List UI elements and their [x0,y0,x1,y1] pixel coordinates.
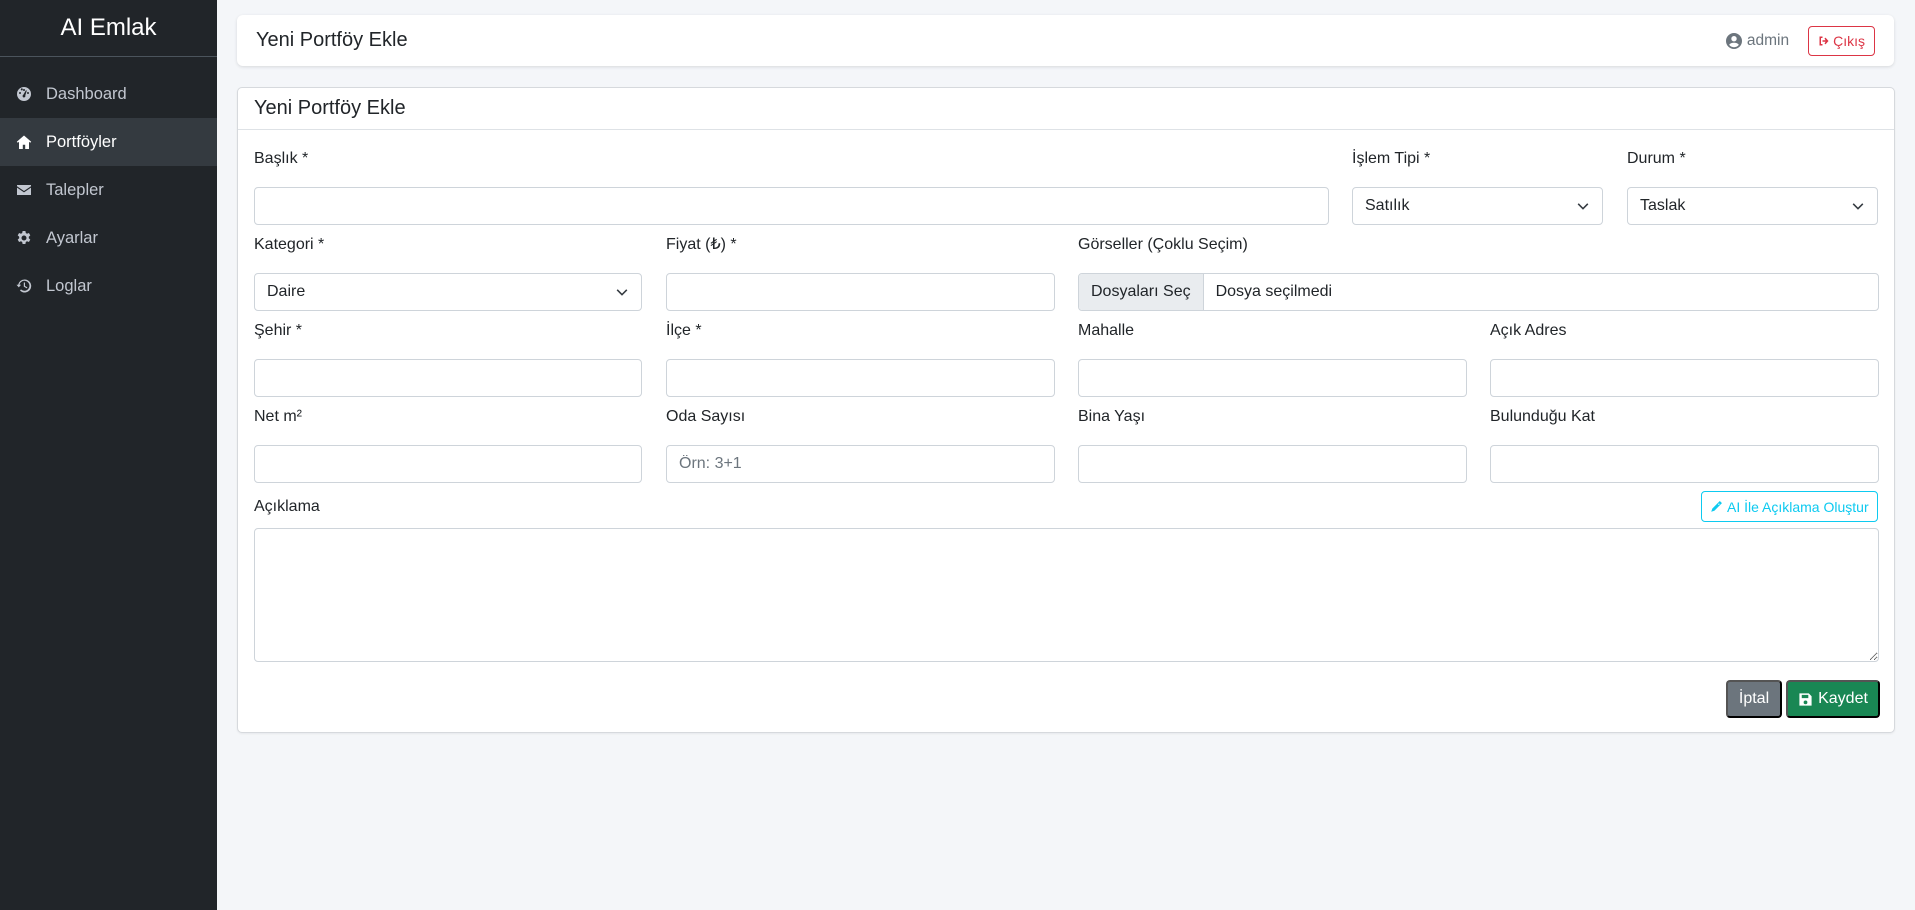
islem-tipi-value: Satılık [1365,197,1410,214]
oda-sayisi-label: Oda Sayısı [666,408,746,425]
choose-files-button[interactable]: Dosyaları Seç [1079,274,1204,310]
user-name: admin [1746,31,1790,49]
logout-label: Çıkış [1833,32,1865,49]
ilce-label: İlçe * [666,322,702,339]
sidebar-item-label: Talepler [46,180,104,199]
bina-yasi-label: Bina Yaşı [1078,408,1146,425]
islem-tipi-select[interactable]: Satılık [1352,187,1603,225]
save-button[interactable]: Kaydet [1786,680,1880,718]
sign-out-icon [1819,36,1829,45]
durum-select[interactable]: Taslak [1627,187,1878,225]
net-m2-group: Net m² [254,406,642,483]
file-status: Dosya seçilmedi [1215,283,1333,300]
cancel-label: İptal [1738,690,1770,707]
bina-yasi-input[interactable] [1078,445,1467,483]
user-menu[interactable]: admin [1725,31,1790,50]
gorseller-group: Görseller (Çoklu Seçim) Dosyaları Seç Do… [1078,234,1879,311]
durum-value: Taslak [1640,197,1686,214]
kategori-group: Kategori * Daire [254,234,642,311]
pencil-icon [1711,501,1722,512]
bina-yasi-group: Bina Yaşı [1078,406,1467,483]
sidebar-item-talepler[interactable]: Talepler [0,166,217,214]
durum-label: Durum * [1627,150,1686,167]
fiyat-group: Fiyat (₺) * [666,234,1055,311]
cancel-button[interactable]: İptal [1726,680,1782,718]
ai-generate-description-button[interactable]: AI İle Açıklama Oluştur [1701,491,1878,522]
baslik-input[interactable] [254,187,1329,225]
aciklama-group: Açıklama [254,496,1879,662]
sidebar-item-ayarlar[interactable]: Ayarlar [0,214,217,262]
main-content: Yeni Portföy Ekle admin Çıkış Yeni Portf… [217,0,1915,910]
sidebar-nav: Dashboard Portföyler Talepler Ayarlar Lo… [0,70,217,310]
sehir-label: Şehir * [254,322,303,339]
gear-icon [15,229,33,247]
history-icon [15,277,33,295]
gorseller-label: Görseller (Çoklu Seçim) [1078,236,1248,253]
sidebar: AI Emlak Dashboard Portföyler Talepler A… [0,0,217,910]
mahalle-group: Mahalle [1078,320,1467,397]
sehir-group: Şehir * [254,320,642,397]
chevron-down-icon [1577,203,1589,210]
islem-tipi-group: İşlem Tipi * Satılık [1352,148,1603,225]
sidebar-item-label: Dashboard [46,84,127,103]
chevron-down-icon [616,289,628,296]
sidebar-item-label: Loglar [46,276,92,295]
save-label: Kaydet [1818,690,1868,707]
kategori-select[interactable]: Daire [254,273,642,311]
net-m2-label: Net m² [254,408,302,425]
oda-sayisi-input[interactable] [666,445,1055,483]
card-title: Yeni Portföy Ekle [238,88,1894,130]
aciklama-label: Açıklama [254,498,320,515]
durum-group: Durum * Taslak [1627,148,1878,225]
sidebar-item-label: Ayarlar [46,228,98,247]
portfolio-form-card: Yeni Portföy Ekle Başlık * İşlem Tipi * … [237,87,1895,733]
chevron-down-icon [1852,203,1864,210]
sehir-input[interactable] [254,359,642,397]
acik-adres-label: Açık Adres [1490,322,1567,339]
top-bar: Yeni Portföy Ekle admin Çıkış [237,15,1894,66]
brand-logo[interactable]: AI Emlak [0,0,217,57]
bulundugu-kat-label: Bulunduğu Kat [1490,408,1595,425]
baslik-group: Başlık * [254,148,1329,225]
logout-button[interactable]: Çıkış [1808,25,1875,56]
sidebar-item-loglar[interactable]: Loglar [0,262,217,310]
mahalle-label: Mahalle [1078,322,1135,339]
kategori-label: Kategori * [254,236,325,253]
ai-button-label: AI İle Açıklama Oluştur [1727,498,1869,515]
kategori-value: Daire [267,283,306,300]
save-icon [1799,692,1812,706]
sidebar-item-dashboard[interactable]: Dashboard [0,70,217,118]
bulundugu-kat-group: Bulunduğu Kat [1490,406,1879,483]
sidebar-item-portfoyler[interactable]: Portföyler [0,118,217,166]
gorseller-file-input[interactable]: Dosyaları Seç Dosya seçilmedi [1078,273,1879,311]
oda-sayisi-group: Oda Sayısı [666,406,1055,483]
acik-adres-group: Açık Adres [1490,320,1879,397]
fiyat-input[interactable] [666,273,1055,311]
acik-adres-input[interactable] [1490,359,1879,397]
fiyat-label: Fiyat (₺) * [666,236,737,253]
user-circle-icon [1725,32,1742,49]
home-icon [15,133,33,151]
net-m2-input[interactable] [254,445,642,483]
baslik-label: Başlık * [254,150,309,167]
islem-tipi-label: İşlem Tipi * [1352,150,1431,167]
sidebar-item-label: Portföyler [46,132,117,151]
mahalle-input[interactable] [1078,359,1467,397]
page-title: Yeni Portföy Ekle [256,29,408,51]
aciklama-textarea[interactable] [254,528,1879,662]
ilce-input[interactable] [666,359,1055,397]
ilce-group: İlçe * [666,320,1055,397]
bulundugu-kat-input[interactable] [1490,445,1879,483]
tachometer-icon [15,85,33,103]
envelope-icon [15,181,33,199]
